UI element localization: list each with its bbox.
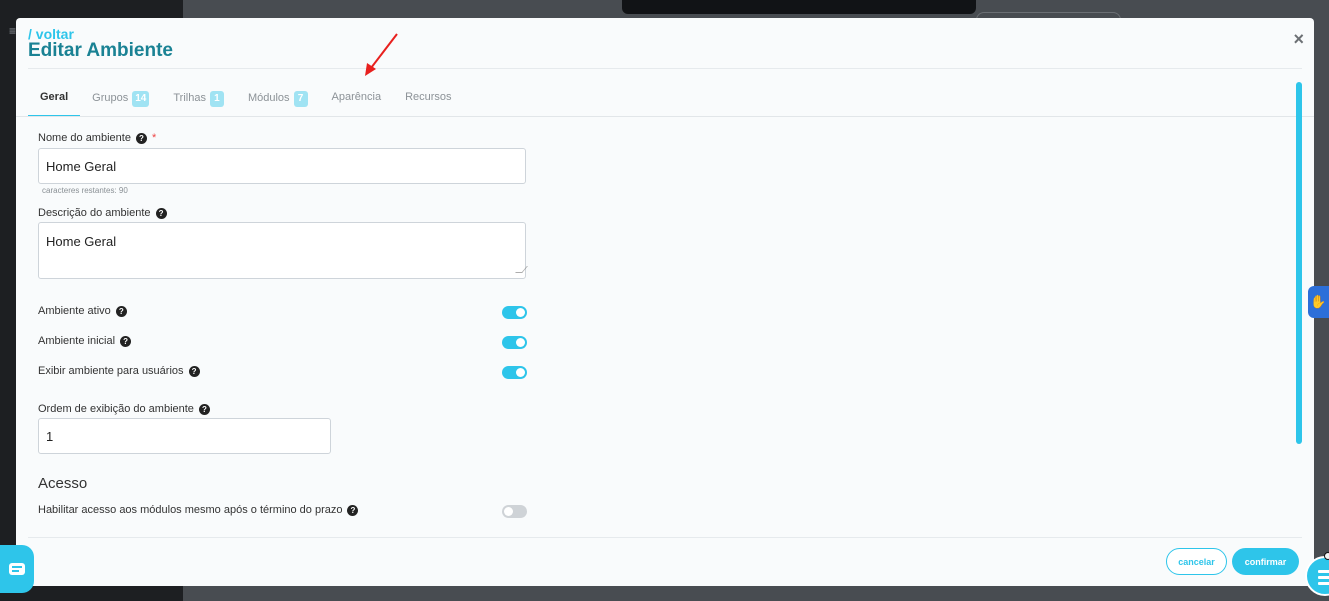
- show-to-users-label: Exibir ambiente para usuários ?: [38, 365, 200, 377]
- post-deadline-access-toggle[interactable]: [502, 505, 527, 518]
- chat-widget-button[interactable]: [0, 545, 34, 593]
- name-input[interactable]: [38, 148, 526, 184]
- name-label-text: Nome do ambiente: [38, 132, 131, 144]
- help-icon[interactable]: ?: [155, 207, 167, 219]
- count-badge: 7: [293, 91, 308, 107]
- accessibility-hand-icon[interactable]: ✋: [1308, 286, 1329, 318]
- confirm-button[interactable]: confirmar: [1232, 548, 1299, 575]
- help-icon[interactable]: ?: [188, 365, 200, 377]
- description-label-text: Descrição do ambiente: [38, 207, 151, 219]
- access-section-title: Acesso: [38, 475, 88, 492]
- close-icon[interactable]: ×: [1293, 29, 1304, 50]
- toggle-label-text: Habilitar acesso aos módulos mesmo após …: [38, 504, 343, 516]
- tab-trilhas[interactable]: Trilhas 1: [161, 82, 236, 117]
- tab-label: Módulos: [247, 92, 290, 104]
- tabs-divider: [16, 116, 1314, 117]
- tab-label: Trilhas: [173, 92, 206, 104]
- order-label-text: Ordem de exibição do ambiente: [38, 403, 194, 415]
- tab-bar: Geral Grupos 14 Trilhas 1 Módulos 7 Aparênc…: [28, 82, 464, 117]
- name-label: Nome do ambiente ? *: [38, 132, 156, 144]
- order-input[interactable]: [38, 418, 331, 454]
- chat-icon: [9, 563, 25, 575]
- description-label: Descrição do ambiente ?: [38, 207, 167, 219]
- cancel-button[interactable]: cancelar: [1166, 548, 1227, 575]
- help-icon[interactable]: ?: [347, 504, 359, 516]
- count-badge: 14: [132, 91, 150, 107]
- background-top-bar: [622, 0, 976, 14]
- required-mark: *: [151, 132, 157, 144]
- help-icon[interactable]: ?: [115, 305, 127, 317]
- menu-icon: ≡: [9, 24, 17, 38]
- active-toggle[interactable]: [502, 306, 527, 319]
- tab-recursos[interactable]: Recursos: [393, 82, 463, 117]
- footer-divider: [28, 537, 1302, 538]
- notification-dot-icon: [1324, 552, 1329, 560]
- active-label: Ambiente ativo ?: [38, 305, 127, 317]
- help-icon[interactable]: ?: [120, 335, 132, 347]
- help-icon[interactable]: ?: [135, 132, 147, 144]
- tab-label: Recursos: [405, 91, 452, 103]
- tab-label: Grupos: [92, 92, 129, 104]
- toggle-label-text: Ambiente inicial: [38, 335, 116, 347]
- remaining-characters-hint: caracteres restantes: 90: [42, 186, 128, 195]
- toggle-label-text: Ambiente ativo: [38, 305, 111, 317]
- initial-toggle[interactable]: [502, 336, 527, 349]
- edit-environment-modal: / voltar Editar Ambiente × Geral Grupos 1…: [16, 18, 1314, 586]
- toggle-label-text: Exibir ambiente para usuários: [38, 365, 184, 377]
- initial-label: Ambiente inicial ?: [38, 335, 132, 347]
- header-divider: [28, 68, 1302, 69]
- description-textarea[interactable]: [38, 222, 526, 279]
- tab-grupos[interactable]: Grupos 14: [80, 82, 161, 117]
- modal-title: Editar Ambiente: [28, 40, 173, 61]
- tab-aparencia[interactable]: Aparência: [320, 82, 394, 117]
- show-to-users-toggle[interactable]: [502, 366, 527, 379]
- tab-label: Aparência: [331, 91, 382, 103]
- tab-geral[interactable]: Geral: [28, 82, 81, 117]
- count-badge: 1: [209, 91, 224, 107]
- help-icon[interactable]: ?: [198, 403, 210, 415]
- tab-label: Geral: [40, 91, 69, 103]
- scrollbar[interactable]: [1296, 82, 1302, 444]
- order-label: Ordem de exibição do ambiente ?: [38, 403, 210, 415]
- post-deadline-access-label: Habilitar acesso aos módulos mesmo após …: [38, 504, 359, 516]
- tab-modulos[interactable]: Módulos 7: [236, 82, 320, 117]
